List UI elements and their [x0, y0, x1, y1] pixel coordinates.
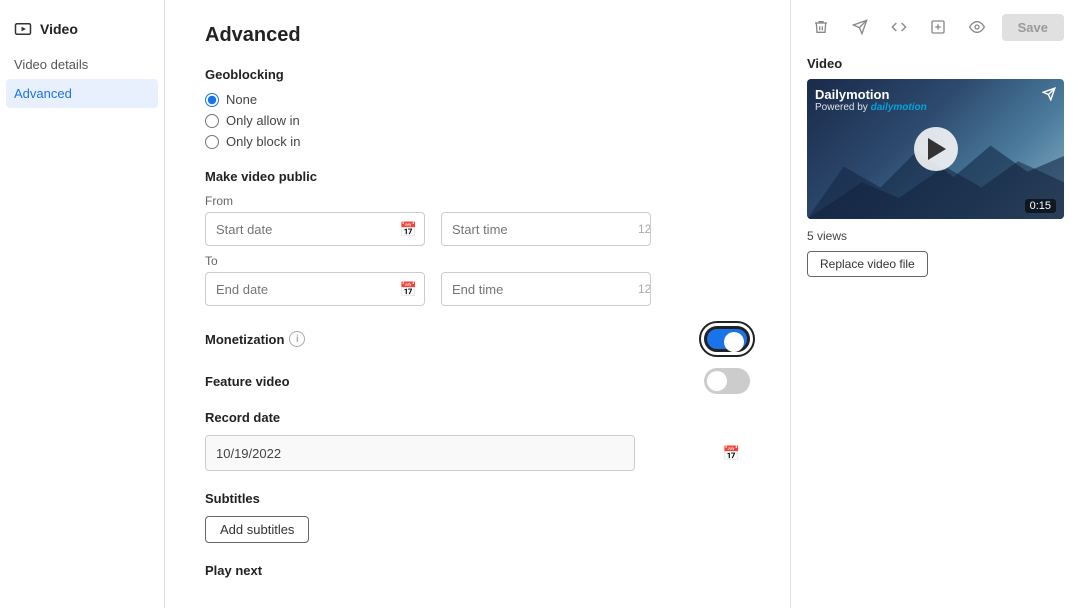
- to-label: To: [205, 254, 750, 268]
- monetization-toggle[interactable]: [704, 326, 750, 352]
- views-count: 5 views: [807, 229, 1064, 243]
- geoblocking-block-radio[interactable]: [205, 135, 219, 149]
- from-row: 📅 12 24: [205, 212, 750, 246]
- panel-video-title: Video: [807, 56, 1064, 71]
- feature-video-toggle-knob: [707, 371, 727, 391]
- main-content: Advanced Geoblocking None Only allow in …: [165, 0, 790, 608]
- add-subtitles-button[interactable]: Add subtitles: [205, 516, 309, 543]
- start-date-wrapper: 📅: [205, 212, 425, 246]
- start-time-input[interactable]: [442, 213, 638, 245]
- record-date-wrapper: 📅: [205, 435, 750, 471]
- record-date-calendar-icon: 📅: [723, 445, 740, 462]
- sidebar-item-video-details[interactable]: Video details: [0, 50, 164, 79]
- feature-video-label: Feature video: [205, 374, 290, 389]
- feature-video-row: Feature video ✕: [205, 368, 750, 394]
- to-row: 📅 12 24: [205, 272, 750, 306]
- make-public-title: Make video public: [205, 169, 750, 184]
- end-date-input[interactable]: [205, 272, 425, 306]
- geoblocking-options: None Only allow in Only block in: [205, 92, 750, 149]
- monetization-row: Monetization i: [205, 326, 750, 352]
- play-button[interactable]: [914, 127, 958, 171]
- geoblocking-allow-radio[interactable]: [205, 114, 219, 128]
- share-icon[interactable]: [846, 12, 875, 42]
- toolbar: Save: [807, 12, 1064, 42]
- play-next-title: Play next: [205, 563, 750, 578]
- eye-icon[interactable]: [963, 12, 992, 42]
- geoblocking-none[interactable]: None: [205, 92, 750, 107]
- sidebar: Video Video details Advanced: [0, 0, 165, 608]
- play-icon: [928, 138, 946, 160]
- geoblocking-none-radio[interactable]: [205, 93, 219, 107]
- app-header: Video: [0, 12, 164, 50]
- right-panel: Save Video Dailymotion Powered by dailym…: [790, 0, 1080, 608]
- end-time-input[interactable]: [442, 273, 638, 305]
- play-next-section: Play next: [205, 563, 750, 578]
- app-title: Video: [40, 21, 78, 37]
- video-thumbnail: Dailymotion Powered by dailymotion 0:15: [807, 79, 1064, 219]
- code-icon[interactable]: [885, 12, 914, 42]
- subtitles-title: Subtitles: [205, 491, 750, 506]
- save-button[interactable]: Save: [1002, 14, 1064, 41]
- record-date-title: Record date: [205, 410, 750, 425]
- end-time-hour: 12: [638, 282, 651, 296]
- monetization-info-icon[interactable]: i: [289, 331, 305, 347]
- start-time-wrapper: 12 24: [441, 212, 651, 246]
- end-time-wrapper: 12 24: [441, 272, 651, 306]
- record-date-input[interactable]: [205, 435, 635, 471]
- make-public-section: Make video public From 📅 12 24 To 📅 12: [205, 169, 750, 306]
- page-title: Advanced: [205, 24, 750, 47]
- monetization-label: Monetization i: [205, 331, 305, 347]
- start-date-input[interactable]: [205, 212, 425, 246]
- monetization-toggle-area: [704, 326, 750, 352]
- video-icon: [14, 20, 32, 38]
- feature-video-toggle[interactable]: ✕: [704, 368, 750, 394]
- trash-icon[interactable]: [807, 12, 836, 42]
- geoblocking-section: Geoblocking None Only allow in Only bloc…: [205, 67, 750, 149]
- sidebar-item-advanced[interactable]: Advanced: [6, 79, 158, 108]
- record-date-section: Record date 📅: [205, 410, 750, 471]
- replace-video-button[interactable]: Replace video file: [807, 251, 928, 277]
- geoblocking-allow[interactable]: Only allow in: [205, 113, 750, 128]
- download-icon[interactable]: [924, 12, 953, 42]
- geoblocking-title: Geoblocking: [205, 67, 750, 82]
- from-label: From: [205, 194, 750, 208]
- video-duration: 0:15: [1025, 199, 1056, 213]
- geoblocking-block[interactable]: Only block in: [205, 134, 750, 149]
- monetization-toggle-knob: [724, 332, 744, 352]
- video-play-overlay: [807, 79, 1064, 219]
- end-date-wrapper: 📅: [205, 272, 425, 306]
- start-time-hour: 12: [638, 222, 651, 236]
- subtitles-section: Subtitles Add subtitles: [205, 491, 750, 543]
